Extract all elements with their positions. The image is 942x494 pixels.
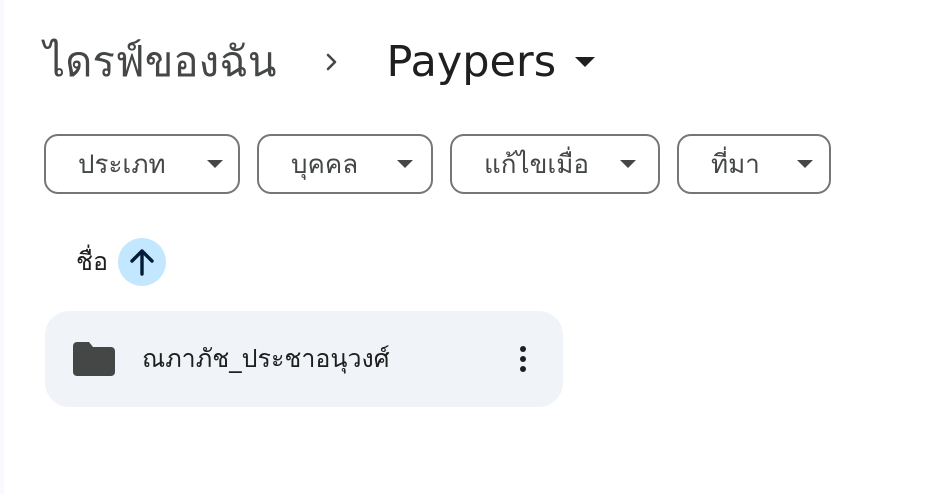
caret-down-icon xyxy=(574,56,596,68)
filter-chip-type[interactable]: ประเภท xyxy=(44,134,240,194)
filter-chip-label: ประเภท xyxy=(78,149,166,180)
arrow-up-icon xyxy=(130,249,154,276)
sort-direction-button[interactable] xyxy=(117,238,166,286)
sort-header: ชื่อ xyxy=(76,238,166,286)
filter-chip-label: บุคคล xyxy=(291,149,359,180)
drive-page: ไดรฟ์ของฉัน Paypers ประเภท บุคคล แก้ไขเม… xyxy=(0,0,942,494)
breadcrumb-current-folder[interactable]: Paypers xyxy=(386,30,596,94)
caret-down-icon xyxy=(796,159,814,169)
folder-name: ณภาภัช_ประชาอนุวงศ์ xyxy=(142,344,390,373)
more-vert-icon xyxy=(520,346,526,372)
breadcrumb-root-my-drive[interactable]: ไดรฟ์ของฉัน xyxy=(44,30,276,94)
filter-chip-modified[interactable]: แก้ไขเมื่อ xyxy=(450,134,660,194)
breadcrumb-current-label: Paypers xyxy=(386,37,557,87)
folder-icon xyxy=(73,341,115,377)
filter-chip-label: แก้ไขเมื่อ xyxy=(484,149,589,180)
folder-card[interactable]: ณภาภัช_ประชาอนุวงศ์ xyxy=(45,311,563,407)
filter-chip-label: ที่มา xyxy=(711,149,760,180)
left-edge xyxy=(0,0,4,494)
breadcrumb: ไดรฟ์ของฉัน Paypers xyxy=(44,30,596,94)
caret-down-icon xyxy=(396,159,414,169)
chevron-right-icon xyxy=(320,50,344,74)
more-actions-button[interactable] xyxy=(503,339,543,379)
filter-chip-location[interactable]: ที่มา xyxy=(677,134,831,194)
caret-down-icon xyxy=(619,159,637,169)
filter-bar: ประเภท บุคคล แก้ไขเมื่อ ที่มา xyxy=(44,134,848,194)
sort-column-name[interactable]: ชื่อ xyxy=(76,242,108,282)
filter-chip-people[interactable]: บุคคล xyxy=(257,134,433,194)
caret-down-icon xyxy=(206,159,224,169)
